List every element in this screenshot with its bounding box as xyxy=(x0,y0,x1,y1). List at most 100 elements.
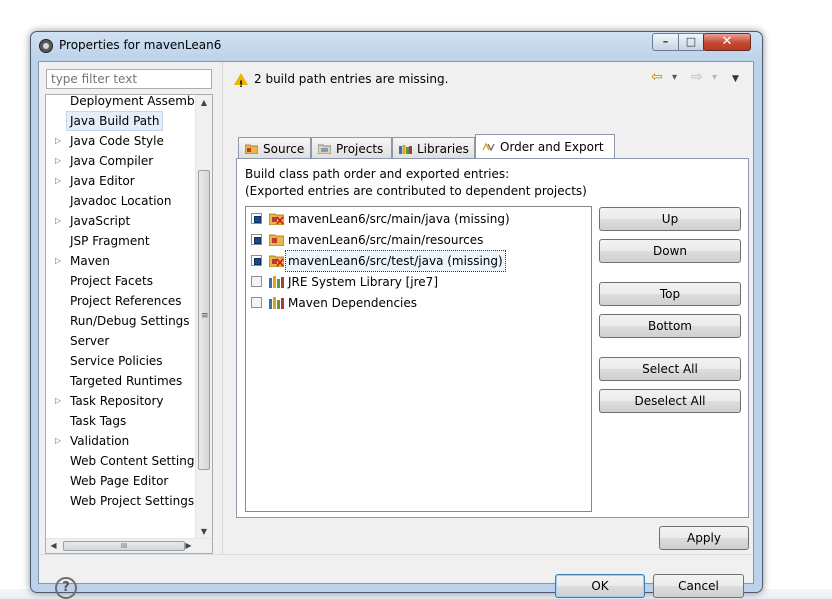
window-title: Properties for mavenLean6 xyxy=(59,38,222,52)
tree-item-label: Run/Debug Settings xyxy=(70,314,190,328)
expand-arrow-icon[interactable]: ▷ xyxy=(55,131,61,151)
description-line-2: (Exported entries are contributed to dep… xyxy=(245,184,587,198)
ok-button[interactable]: OK xyxy=(555,574,645,598)
projects-icon xyxy=(318,144,331,154)
help-icon[interactable]: ? xyxy=(55,577,77,599)
minimize-button[interactable]: – xyxy=(652,33,679,51)
expand-arrow-icon[interactable]: ▷ xyxy=(55,151,61,171)
export-checkbox[interactable] xyxy=(251,213,262,224)
tree-item-label: JSP Fragment xyxy=(70,234,150,248)
tree-item-label: Deployment Assembly xyxy=(70,94,206,108)
build-path-entry-list[interactable]: mavenLean6/src/main/java (missing) maven… xyxy=(245,206,592,512)
tab-label: Source xyxy=(263,142,305,156)
pane-divider[interactable] xyxy=(222,62,223,554)
tree-horizontal-scrollbar[interactable]: ◀ III ▶ xyxy=(46,538,212,553)
tree-vertical-scrollbar[interactable]: ▲ ≡ ▼ xyxy=(195,95,212,540)
title-bar[interactable]: Properties for mavenLean6 – □ ✕ xyxy=(31,32,762,60)
page-message: ! 2 build path entries are missing. xyxy=(234,69,449,90)
grip-icon: ≡ xyxy=(201,311,209,321)
close-icon: ✕ xyxy=(721,34,733,49)
expand-arrow-icon[interactable]: ▷ xyxy=(55,431,61,451)
tree-item-label: Targeted Runtimes xyxy=(70,374,183,388)
scroll-thumb[interactable]: ≡ xyxy=(198,170,210,470)
source-folder-icon xyxy=(245,144,258,154)
tab-libraries[interactable]: Libraries xyxy=(392,137,475,159)
top-button[interactable]: Top xyxy=(599,282,741,306)
tree-item-label: Java Code Style xyxy=(70,134,164,148)
panel-description: Build class path order and exported entr… xyxy=(245,166,587,200)
missing-source-folder-icon xyxy=(269,255,284,267)
tree-item-label: Validation xyxy=(70,434,130,448)
order-export-icon xyxy=(482,142,495,152)
tree-item-label: Task Tags xyxy=(70,414,127,428)
export-checkbox[interactable] xyxy=(251,255,262,266)
apply-button[interactable]: Apply xyxy=(659,526,749,550)
cancel-button[interactable]: Cancel xyxy=(653,574,744,598)
deselect-all-button[interactable]: Deselect All xyxy=(599,389,741,413)
entry-label: JRE System Library [jre7] xyxy=(288,275,438,289)
export-checkbox[interactable] xyxy=(251,234,262,245)
tree-item-label: Project Facets xyxy=(70,274,153,288)
source-folder-icon xyxy=(269,234,284,246)
expand-arrow-icon[interactable]: ▷ xyxy=(55,391,61,411)
expand-arrow-icon[interactable]: ▷ xyxy=(55,211,61,231)
expand-arrow-icon[interactable]: ▷ xyxy=(55,251,61,271)
forward-dropdown-icon[interactable]: ▾ xyxy=(712,72,717,83)
library-icon xyxy=(269,297,284,309)
maximize-button[interactable]: □ xyxy=(678,33,704,51)
expand-arrow-icon[interactable]: ▷ xyxy=(55,171,61,191)
tree-item-label: Java Editor xyxy=(70,174,135,188)
dialog-client-area: Deployment AssemblyJava Build Path▷Java … xyxy=(38,61,754,599)
tab-source[interactable]: Source xyxy=(238,137,311,159)
footer-separator xyxy=(39,554,753,555)
tree-item-label: JavaScript xyxy=(70,214,131,228)
tree-item-label: Java Compiler xyxy=(70,154,154,168)
order-export-panel: Build class path order and exported entr… xyxy=(236,158,749,518)
hscroll-thumb[interactable]: III xyxy=(63,541,185,551)
tab-label: Libraries xyxy=(417,142,469,156)
message-text: 2 build path entries are missing. xyxy=(254,72,449,86)
scroll-left-icon[interactable]: ◀ xyxy=(46,539,61,553)
tree-item-label: Task Repository xyxy=(70,394,164,408)
back-dropdown-icon[interactable]: ▾ xyxy=(672,72,677,83)
tree-item-label: Project References xyxy=(70,294,182,308)
tree-item-label: Service Policies xyxy=(70,354,163,368)
select-all-button[interactable]: Select All xyxy=(599,357,741,381)
export-checkbox[interactable] xyxy=(251,297,262,308)
property-page-tree: Deployment Assembly Java Build Path ▷ Java … xyxy=(45,94,213,554)
entry-label: Maven Dependencies xyxy=(288,296,418,310)
tree-item-label: Web Project Settings xyxy=(70,494,195,508)
libraries-icon xyxy=(399,145,412,154)
forward-arrow-icon[interactable]: ⇨ xyxy=(691,69,703,85)
tab-label: Projects xyxy=(336,142,384,156)
warning-icon: ! xyxy=(234,73,248,90)
minimize-icon: – xyxy=(662,35,669,48)
back-arrow-icon[interactable]: ⇦ xyxy=(651,69,663,85)
properties-dialog: Properties for mavenLean6 – □ ✕ Deployme… xyxy=(30,31,763,599)
tree-item-label: Web Page Editor xyxy=(70,474,169,488)
tree-item-label: Maven xyxy=(70,254,110,268)
tree-item-label: Javadoc Location xyxy=(70,194,172,208)
export-checkbox[interactable] xyxy=(251,276,262,287)
scroll-right-icon[interactable]: ▶ xyxy=(181,539,196,553)
scroll-up-icon[interactable]: ▲ xyxy=(196,95,212,111)
down-button[interactable]: Down xyxy=(599,239,741,263)
eclipse-app-icon xyxy=(39,39,53,53)
tree-item-label: Web Content Settings xyxy=(70,454,201,468)
missing-source-folder-icon xyxy=(269,213,284,225)
entry-label: mavenLean6/src/main/java (missing) xyxy=(288,212,510,226)
library-icon xyxy=(269,276,284,288)
filter-input[interactable] xyxy=(46,69,212,89)
tab-projects[interactable]: Projects xyxy=(311,137,392,159)
tree-item-label: Java Build Path xyxy=(66,111,164,131)
tab-label: Order and Export xyxy=(500,140,604,154)
up-button[interactable]: Up xyxy=(599,207,741,231)
tree-item-label: Server xyxy=(70,334,110,348)
tab-order-and-export[interactable]: Order and Export xyxy=(475,134,615,160)
description-line-1: Build class path order and exported entr… xyxy=(245,167,510,181)
entry-label: mavenLean6/src/main/resources xyxy=(288,233,484,247)
bottom-button[interactable]: Bottom xyxy=(599,314,741,338)
maximize-icon: □ xyxy=(685,35,697,48)
close-button[interactable]: ✕ xyxy=(703,33,751,51)
view-menu-icon[interactable]: ▼ xyxy=(732,74,739,84)
